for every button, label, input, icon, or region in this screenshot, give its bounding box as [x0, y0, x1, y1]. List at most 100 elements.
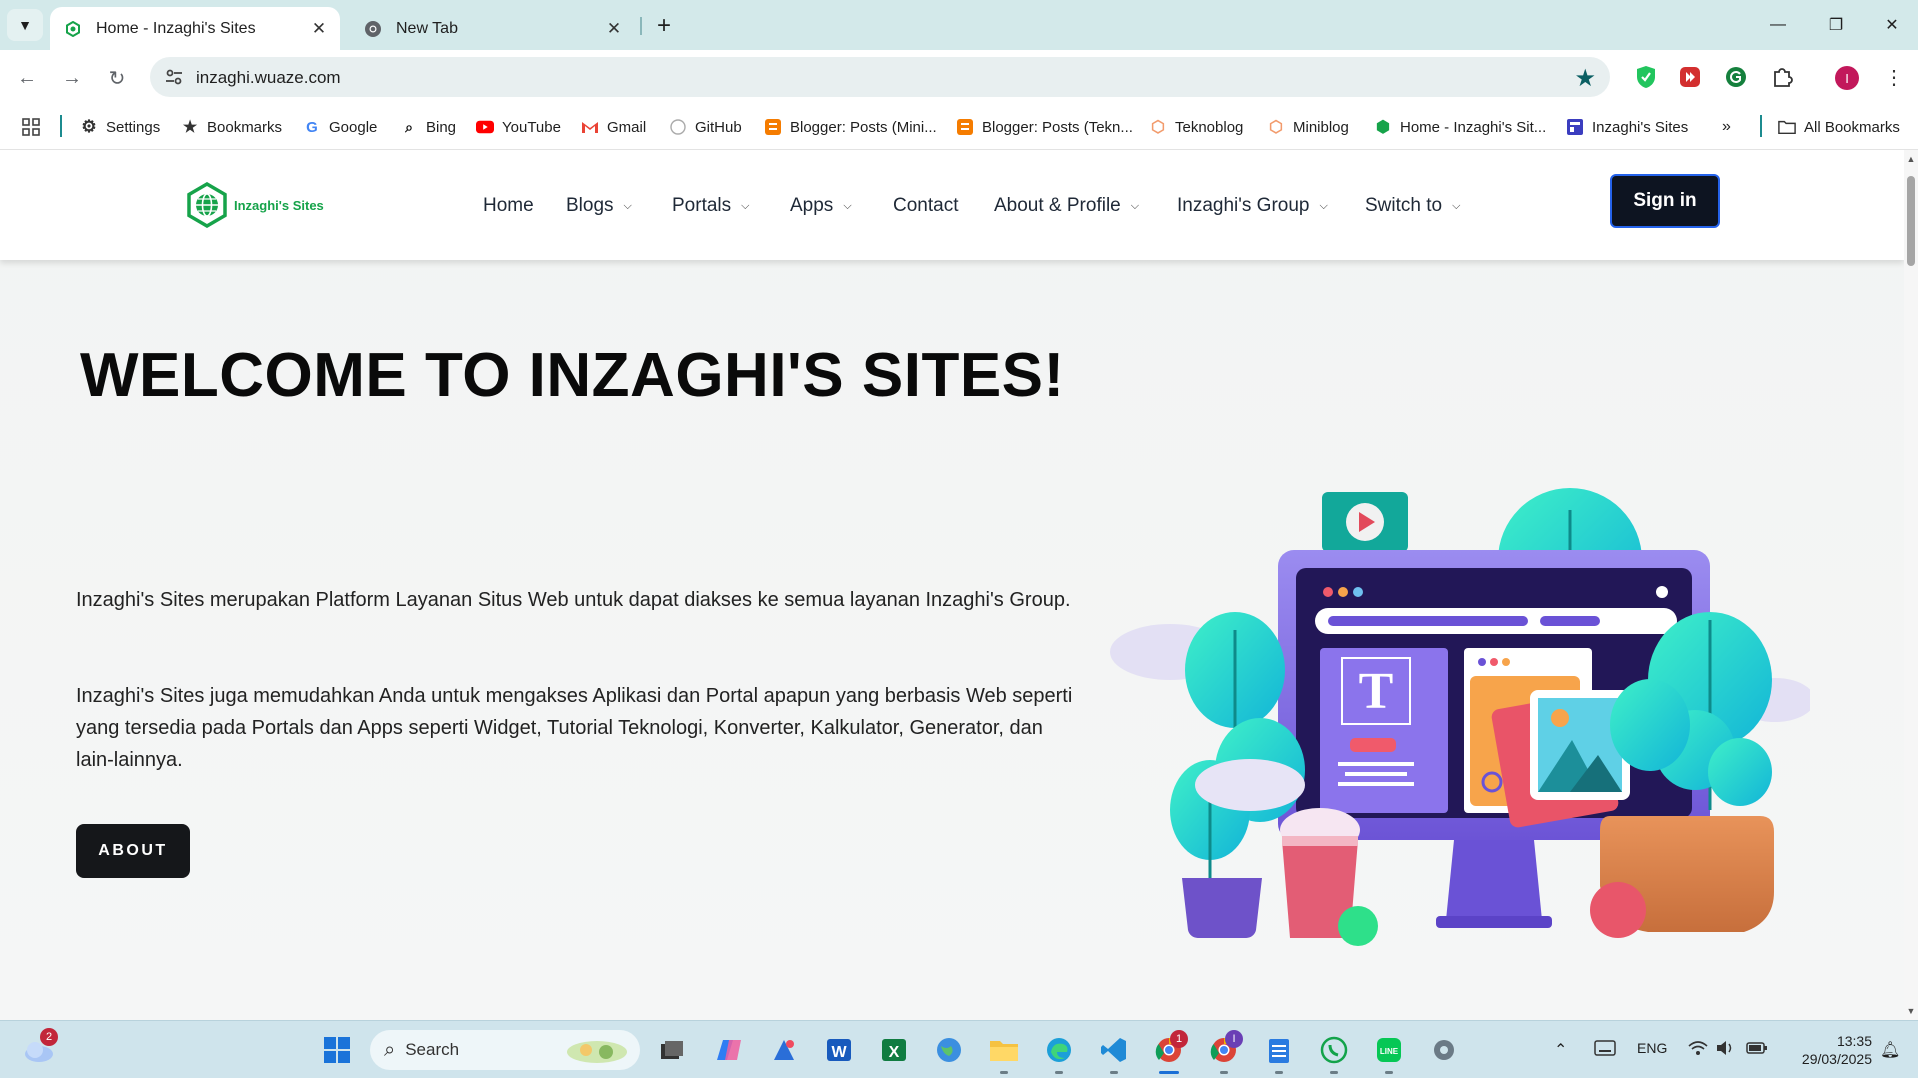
more-bookmarks-chevron-icon[interactable]: »: [1722, 116, 1731, 138]
nav-label: Blogs: [566, 195, 614, 216]
nav-home[interactable]: Home: [483, 195, 534, 217]
bookmark-google[interactable]: G Google: [303, 116, 377, 138]
notepad-icon[interactable]: [1262, 1033, 1296, 1067]
nav-about-profile[interactable]: About & Profile ⌵: [994, 195, 1139, 217]
nav-portals[interactable]: Portals ⌵: [672, 195, 749, 217]
restore-button[interactable]: ❐: [1812, 10, 1860, 40]
bookmark-gmail[interactable]: Gmail: [581, 116, 646, 138]
sign-in-button[interactable]: Sign in: [1610, 174, 1720, 228]
file-explorer-icon[interactable]: [987, 1033, 1021, 1067]
reload-button[interactable]: ↻: [102, 63, 132, 93]
profile-avatar[interactable]: I: [1835, 66, 1859, 90]
bookmark-label: Settings: [106, 118, 161, 136]
more-menu-icon[interactable]: ⋮: [1880, 63, 1908, 91]
tab-home[interactable]: Home - Inzaghi's Sites ✕: [50, 7, 340, 50]
site-header: Inzaghi's Sites Home Blogs ⌵ Portals ⌵ App…: [0, 150, 1904, 260]
chevron-down-icon: ⌵: [741, 199, 750, 212]
bookmark-blogger-mini[interactable]: Blogger: Posts (Mini...: [764, 116, 937, 138]
chevron-up-icon[interactable]: ⌃: [1554, 1040, 1567, 1060]
site-icon: [1566, 118, 1584, 136]
nav-blogs[interactable]: Blogs ⌵: [566, 195, 632, 217]
bookmark-label: Miniblog: [1293, 118, 1349, 136]
bookmark-teknoblog[interactable]: ⬡ Teknoblog: [1149, 116, 1243, 138]
bookmark-blogger-tekn[interactable]: Blogger: Posts (Tekn...: [956, 116, 1133, 138]
nav-apps[interactable]: Apps ⌵: [790, 195, 852, 217]
tab-new-tab[interactable]: New Tab ✕: [350, 7, 635, 50]
all-bookmarks-folder[interactable]: All Bookmarks: [1778, 116, 1900, 138]
bookmark-settings[interactable]: ⚙ Settings: [80, 116, 160, 138]
language-indicator[interactable]: ENG: [1637, 1040, 1667, 1056]
bookmark-star-icon[interactable]: ★: [1574, 64, 1596, 93]
page-scrollbar[interactable]: ▲ ▼: [1904, 150, 1918, 1020]
scroll-down-arrow-icon[interactable]: ▼: [1906, 1006, 1916, 1016]
bookmark-bing[interactable]: ⌕ Bing: [400, 116, 456, 138]
blogger-icon: [956, 118, 974, 136]
hero-title: WELCOME TO INZAGHI'S SITES!: [80, 341, 1065, 410]
close-tab-icon[interactable]: ✕: [308, 18, 330, 40]
clock-time: 13:35: [1836, 1033, 1872, 1049]
volume-icon[interactable]: [1716, 1040, 1736, 1059]
settings-gear-icon[interactable]: [1427, 1033, 1461, 1067]
bookmark-home-inzaghi[interactable]: ⬢ Home - Inzaghi's Sit...: [1374, 116, 1546, 138]
bookmark-label: Home - Inzaghi's Sit...: [1400, 118, 1547, 136]
shield-extension-icon[interactable]: [1632, 63, 1660, 91]
globe-app-icon[interactable]: [932, 1033, 966, 1067]
nav-inzaghis-group[interactable]: Inzaghi's Group ⌵: [1177, 195, 1328, 217]
edge-icon[interactable]: [1042, 1033, 1076, 1067]
media-extension-icon[interactable]: [1676, 63, 1704, 91]
globe-icon: ⬢: [1376, 119, 1390, 136]
chevron-down-icon: ⌵: [843, 199, 852, 212]
task-view-icon[interactable]: [655, 1033, 689, 1067]
back-button[interactable]: ←: [12, 63, 42, 93]
about-button[interactable]: ABOUT: [76, 824, 190, 878]
close-window-button[interactable]: ✕: [1868, 10, 1916, 40]
new-tab-button[interactable]: +: [650, 12, 678, 40]
bookmark-miniblog[interactable]: ⬡ Miniblog: [1267, 116, 1349, 138]
gear-icon: ⚙: [81, 117, 97, 136]
windows-start-icon[interactable]: [320, 1033, 354, 1067]
bookmark-label: Google: [329, 118, 378, 136]
keyboard-icon[interactable]: [1594, 1040, 1616, 1059]
word-icon[interactable]: W: [822, 1033, 856, 1067]
scroll-up-arrow-icon[interactable]: ▲: [1906, 154, 1916, 164]
nav-switch-to[interactable]: Switch to ⌵: [1365, 195, 1460, 217]
scrollbar-thumb[interactable]: [1907, 176, 1915, 266]
bookmark-inzaghi-sites[interactable]: Inzaghi's Sites: [1566, 116, 1688, 138]
bookmark-label: Blogger: Posts (Tekn...: [982, 118, 1133, 136]
battery-icon[interactable]: [1746, 1040, 1768, 1059]
address-bar[interactable]: inzaghi.wuaze.com ★: [150, 57, 1610, 97]
tab-search-button[interactable]: ▼: [7, 9, 43, 41]
excel-icon[interactable]: X: [877, 1033, 911, 1067]
nav-label: Switch to: [1365, 195, 1443, 216]
paint-app-icon[interactable]: [767, 1033, 801, 1067]
nav-label: Portals: [672, 195, 732, 216]
forward-button[interactable]: →: [57, 63, 87, 93]
running-indicator: [1110, 1071, 1118, 1074]
grammarly-extension-icon[interactable]: [1722, 63, 1750, 91]
hexagon-icon: ⬡: [1269, 119, 1283, 136]
line-app-icon[interactable]: LINE: [1372, 1033, 1406, 1067]
minimize-button[interactable]: —: [1754, 10, 1802, 40]
running-indicator: [1330, 1071, 1338, 1074]
nav-contact[interactable]: Contact: [893, 195, 958, 217]
bookmark-youtube[interactable]: YouTube: [476, 116, 561, 138]
nav-label: Home: [483, 195, 534, 216]
notification-bell-icon[interactable]: 🔔︎: [1880, 1040, 1900, 1060]
bookmark-bookmarks[interactable]: ★ Bookmarks: [181, 116, 282, 138]
taskbar-search-box[interactable]: ⌕ Search: [370, 1030, 640, 1070]
site-info-icon[interactable]: [164, 67, 184, 87]
site-logo[interactable]: Inzaghi's Sites: [184, 182, 324, 228]
bookmark-github[interactable]: GitHub: [669, 116, 742, 138]
whatsapp-icon[interactable]: [1317, 1033, 1351, 1067]
taskbar-clock[interactable]: 13:35 29/03/2025: [1790, 1032, 1872, 1068]
running-indicator: [1220, 1071, 1228, 1074]
copilot-icon[interactable]: [712, 1033, 746, 1067]
close-tab-icon[interactable]: ✕: [603, 18, 625, 40]
chevron-down-icon: ⌵: [623, 199, 632, 212]
apps-grid-icon[interactable]: [22, 116, 40, 138]
folder-icon: [1778, 118, 1796, 136]
vscode-icon[interactable]: [1097, 1033, 1131, 1067]
extensions-puzzle-icon[interactable]: [1768, 63, 1796, 91]
blogger-icon: [764, 118, 782, 136]
wifi-icon[interactable]: [1688, 1040, 1708, 1059]
